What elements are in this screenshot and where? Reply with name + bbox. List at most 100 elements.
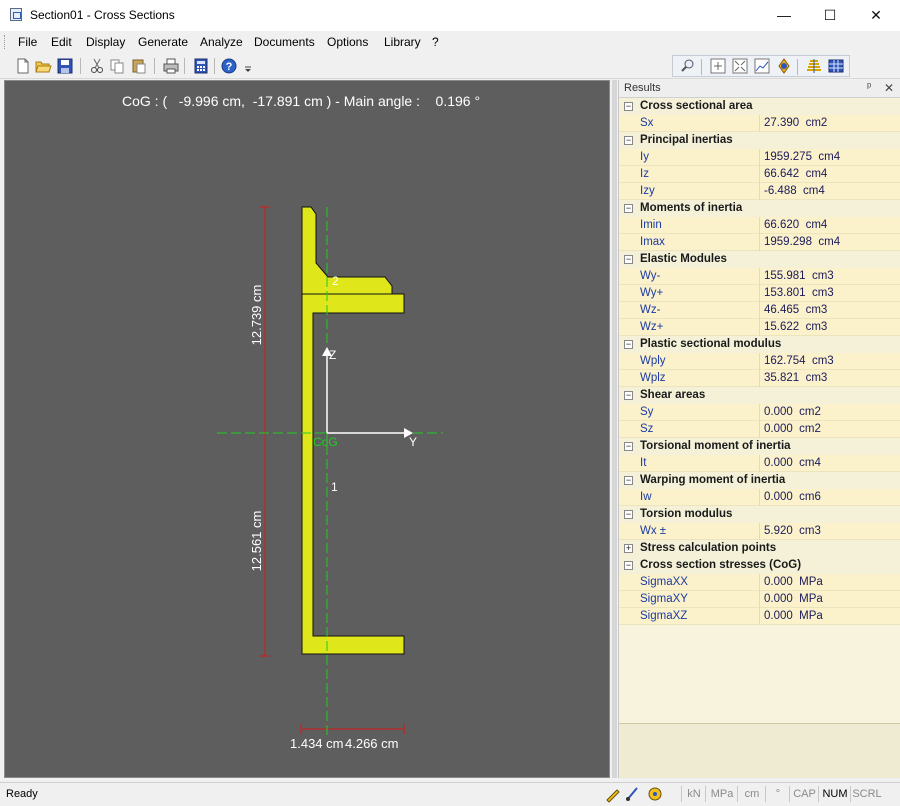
menu-file[interactable]: File — [18, 35, 37, 49]
results-row-wz[interactable]: Wz- 46.465 cm3 — [619, 302, 900, 319]
layers-icon[interactable] — [805, 57, 823, 75]
results-row-wy[interactable]: Wy- 155.981 cm3 — [619, 268, 900, 285]
results-group-label: Shear areas — [640, 389, 706, 401]
table-icon[interactable] — [827, 57, 845, 75]
results-row-sy[interactable]: Sy 0.000 cm2 — [619, 404, 900, 421]
collapse-icon[interactable]: − — [624, 255, 633, 264]
result-unit: cm3 — [811, 270, 834, 282]
copy-icon[interactable] — [108, 57, 126, 75]
results-title: Results — [624, 82, 661, 94]
results-row-wx[interactable]: Wx ± 5.920 cm3 — [619, 523, 900, 540]
results-group-stress-calculation-points[interactable]: + Stress calculation points — [619, 540, 900, 557]
menu-generate[interactable]: Generate — [138, 35, 188, 49]
expand-icon[interactable]: + — [624, 544, 633, 553]
results-group-principal-inertias[interactable]: − Principal inertias — [619, 132, 900, 149]
toolbar-separator — [701, 59, 702, 75]
results-group-warping-moment-of-inertia[interactable]: − Warping moment of inertia — [619, 472, 900, 489]
results-row-iz[interactable]: Iz 66.642 cm4 — [619, 166, 900, 183]
results-row-sigmaxz[interactable]: SigmaXZ 0.000 MPa — [619, 608, 900, 625]
toolbar-separator — [80, 58, 81, 74]
brush-icon[interactable] — [624, 785, 642, 803]
results-group-plastic-sectional-modulus[interactable]: − Plastic sectional modulus — [619, 336, 900, 353]
status-indicator-mpa: MPa — [705, 786, 738, 802]
results-row-sz[interactable]: Sz 0.000 cm2 — [619, 421, 900, 438]
results-group-torsion-modulus[interactable]: − Torsion modulus — [619, 506, 900, 523]
collapse-icon[interactable]: − — [624, 340, 633, 349]
paste-icon[interactable] — [130, 57, 148, 75]
zoom-icon[interactable] — [679, 57, 697, 75]
chart-icon[interactable] — [753, 57, 771, 75]
collapse-icon[interactable]: − — [624, 102, 633, 111]
results-group-torsional-moment-of-inertia[interactable]: − Torsional moment of inertia — [619, 438, 900, 455]
calculator-icon[interactable] — [192, 57, 210, 75]
results-row-sigmaxx[interactable]: SigmaXX 0.000 MPa — [619, 574, 900, 591]
result-unit: cm4 — [805, 219, 828, 231]
results-group-cross-sectional-area[interactable]: − Cross sectional area — [619, 98, 900, 115]
status-indicator-degree: ° — [765, 786, 790, 802]
fullscreen-icon[interactable] — [731, 57, 749, 75]
help-icon[interactable]: ? — [220, 57, 238, 75]
results-group-shear-areas[interactable]: − Shear areas — [619, 387, 900, 404]
minimize-button[interactable]: — — [761, 0, 807, 31]
result-value: 15.622 cm3 — [764, 321, 827, 333]
results-group-cross-section-stresses-cog[interactable]: − Cross section stresses (CoG) — [619, 557, 900, 574]
pin-icon[interactable]: ᵖ — [867, 81, 871, 93]
panel-close-icon[interactable]: ✕ — [884, 81, 894, 95]
print-icon[interactable] — [162, 57, 180, 75]
menu-help[interactable]: ? — [432, 35, 439, 49]
collapse-icon[interactable]: − — [624, 204, 633, 213]
panel-splitter[interactable] — [612, 80, 617, 778]
results-row-sigmaxy[interactable]: SigmaXY 0.000 MPa — [619, 591, 900, 608]
results-row-sx[interactable]: Sx 27.390 cm2 — [619, 115, 900, 132]
results-row-wplz[interactable]: Wplz 35.821 cm3 — [619, 370, 900, 387]
pencil-icon[interactable] — [604, 785, 622, 803]
results-row-iy[interactable]: Iy 1959.275 cm4 — [619, 149, 900, 166]
drawing-canvas[interactable]: CoG : ( -9.996 cm, -17.891 cm ) - Main a… — [4, 80, 610, 778]
new-icon[interactable] — [14, 57, 32, 75]
collapse-icon[interactable]: − — [624, 561, 633, 570]
maximize-button[interactable]: ☐ — [807, 0, 853, 31]
menu-documents[interactable]: Documents — [254, 35, 315, 49]
results-row-wz[interactable]: Wz+ 15.622 cm3 — [619, 319, 900, 336]
menu-display[interactable]: Display — [86, 35, 125, 49]
result-name: Wy+ — [640, 287, 664, 299]
menu-analyze[interactable]: Analyze — [200, 35, 243, 49]
target-icon[interactable] — [646, 785, 664, 803]
results-row-iw[interactable]: Iw 0.000 cm6 — [619, 489, 900, 506]
results-row-it[interactable]: It 0.000 cm4 — [619, 455, 900, 472]
result-number: 0.000 — [764, 406, 793, 418]
result-value: 162.754 cm3 — [764, 355, 834, 367]
close-button[interactable]: ✕ — [853, 0, 899, 31]
collapse-icon[interactable]: − — [624, 510, 633, 519]
menubar-grip — [4, 35, 8, 49]
results-group-label: Principal inertias — [640, 134, 733, 146]
menu-library[interactable]: Library — [384, 35, 421, 49]
result-unit: cm3 — [805, 372, 828, 384]
cut-icon[interactable] — [88, 57, 106, 75]
results-row-imax[interactable]: Imax 1959.298 cm4 — [619, 234, 900, 251]
collapse-icon[interactable]: − — [624, 136, 633, 145]
results-row-wply[interactable]: Wply 162.754 cm3 — [619, 353, 900, 370]
collapse-icon[interactable]: − — [624, 476, 633, 485]
results-row-imin[interactable]: Imin 66.620 cm4 — [619, 217, 900, 234]
menu-options[interactable]: Options — [327, 35, 368, 49]
rotate-icon[interactable] — [775, 57, 793, 75]
result-name: Wply — [640, 355, 666, 367]
toolbar-overflow-icon[interactable] — [242, 57, 254, 75]
results-group-moments-of-inertia[interactable]: − Moments of inertia — [619, 200, 900, 217]
menu-edit[interactable]: Edit — [51, 35, 72, 49]
collapse-icon[interactable]: − — [624, 391, 633, 400]
status-indicator-num: NUM — [818, 786, 851, 802]
results-row-izy[interactable]: Izy -6.488 cm4 — [619, 183, 900, 200]
result-unit: cm2 — [805, 117, 828, 129]
result-value: 0.000 MPa — [764, 610, 823, 622]
cog-label: CoG — [313, 435, 338, 449]
open-icon[interactable] — [34, 57, 52, 75]
fit-icon[interactable] — [709, 57, 727, 75]
result-name: Iw — [640, 491, 652, 503]
save-icon[interactable] — [56, 57, 74, 75]
results-row-wy[interactable]: Wy+ 153.801 cm3 — [619, 285, 900, 302]
result-unit: cm3 — [805, 321, 828, 333]
collapse-icon[interactable]: − — [624, 442, 633, 451]
results-group-elastic-modules[interactable]: − Elastic Modules — [619, 251, 900, 268]
